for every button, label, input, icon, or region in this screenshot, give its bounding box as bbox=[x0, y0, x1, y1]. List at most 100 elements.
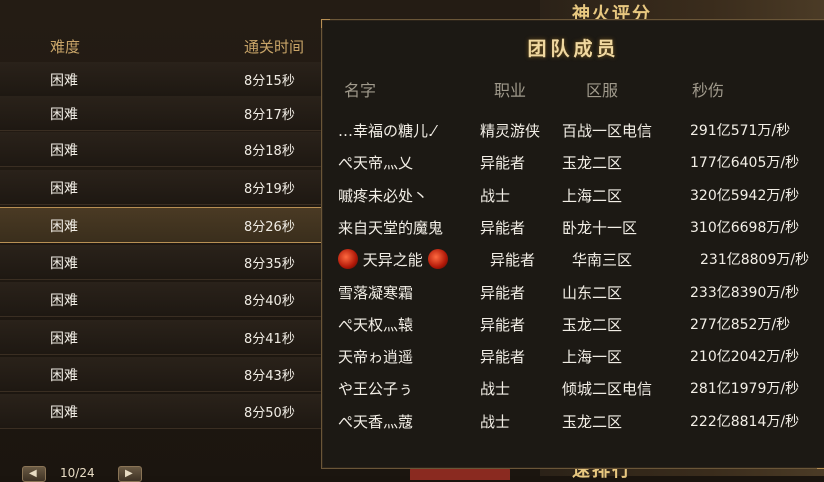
member-server: 百战一区电信 bbox=[562, 122, 653, 140]
chevron-right-icon: ▶ bbox=[125, 468, 133, 479]
member-row: 嘁疼未必处丶 战士 上海二区 320亿5942万/秒 bbox=[322, 185, 824, 217]
member-row: ぺ天香灬蔻 战士 玉龙二区 222亿8814万/秒 bbox=[322, 411, 824, 443]
table-row[interactable]: 困难 8分19秒 bbox=[0, 170, 330, 205]
member-server: 倾城二区电信 bbox=[562, 380, 653, 398]
member-name-with-badges: 天异之能 bbox=[338, 249, 448, 270]
member-row: ぺ天帝灬乂 异能者 玉龙二区 177亿6405万/秒 bbox=[322, 152, 824, 184]
page-indicator: 10/24 bbox=[60, 466, 95, 480]
table-row[interactable]: 困难 8分43秒 bbox=[0, 357, 330, 392]
member-row: …幸福の糖儿.⁄ 精灵游侠 百战一区电信 291亿571万/秒 bbox=[322, 120, 824, 152]
row-difficulty: 困难 bbox=[50, 368, 78, 384]
member-dps: 210亿2042万/秒 bbox=[690, 349, 800, 365]
member-server: 卧龙十一区 bbox=[562, 219, 638, 237]
member-name: 天异之能 bbox=[362, 251, 423, 269]
member-server: 华南三区 bbox=[572, 251, 633, 269]
member-server: 玉龙二区 bbox=[562, 154, 623, 172]
member-row: 雪落凝寒霜 异能者 山东二区 233亿8390万/秒 bbox=[322, 282, 824, 314]
row-time: 8分18秒 bbox=[244, 144, 295, 159]
flame-badge-icon bbox=[427, 249, 448, 269]
corner-ornament bbox=[321, 19, 330, 28]
table-row[interactable]: 困难 8分18秒 bbox=[0, 132, 330, 167]
member-dps: 177亿6405万/秒 bbox=[690, 155, 800, 171]
member-dps: 277亿852万/秒 bbox=[690, 317, 791, 333]
member-dps: 233亿8390万/秒 bbox=[690, 285, 800, 301]
table-row[interactable]: 困难 8分15秒 bbox=[0, 62, 330, 97]
row-time: 8分40秒 bbox=[244, 294, 295, 309]
header-difficulty: 难度 bbox=[50, 38, 81, 56]
flame-badge-icon bbox=[338, 249, 358, 269]
member-name: …幸福の糖儿.⁄ bbox=[338, 122, 436, 140]
member-dps: 320亿5942万/秒 bbox=[690, 188, 800, 204]
member-job: 异能者 bbox=[480, 316, 526, 334]
column-header-name: 名字 bbox=[344, 81, 377, 100]
row-time: 8分26秒 bbox=[244, 220, 295, 235]
member-name: 来自天堂的魔鬼 bbox=[338, 219, 444, 237]
member-job: 异能者 bbox=[480, 154, 526, 172]
row-time: 8分50秒 bbox=[244, 406, 295, 421]
member-job: 精灵游侠 bbox=[480, 122, 541, 140]
member-name: ぺ天帝灬乂 bbox=[338, 154, 414, 172]
popup-title: 团队成员 bbox=[527, 38, 620, 60]
pagination: ◀ 10/24 ▶ bbox=[0, 458, 330, 482]
row-difficulty: 困难 bbox=[50, 181, 78, 197]
member-name: 嘁疼未必处丶 bbox=[338, 187, 429, 205]
member-dps: 222亿8814万/秒 bbox=[690, 414, 800, 430]
table-row[interactable]: 困难 8分41秒 bbox=[0, 320, 330, 355]
member-row: ぺ天权灬辕 异能者 玉龙二区 277亿852万/秒 bbox=[322, 314, 824, 346]
member-row: 天帝ゎ逍遥 异能者 上海一区 210亿2042万/秒 bbox=[322, 346, 824, 378]
member-job: 异能者 bbox=[480, 219, 526, 237]
member-server: 山东二区 bbox=[562, 284, 623, 302]
row-difficulty: 困难 bbox=[50, 293, 78, 309]
table-row[interactable]: 困难 8分40秒 bbox=[0, 282, 330, 317]
row-time: 8分15秒 bbox=[244, 74, 295, 89]
member-job: 战士 bbox=[480, 187, 511, 205]
next-page-button[interactable]: ▶ bbox=[118, 466, 142, 482]
team-members-popup: 团队成员 名字 职业 区服 秒伤 …幸福の糖儿.⁄ 精灵游侠 百战一区电信 29… bbox=[321, 19, 824, 469]
corner-ornament bbox=[817, 460, 824, 469]
header-clear-time: 通关时间 bbox=[244, 38, 305, 56]
member-name: 天帝ゎ逍遥 bbox=[338, 348, 414, 366]
row-time: 8分35秒 bbox=[244, 257, 295, 272]
column-header-server: 区服 bbox=[586, 81, 619, 100]
member-server: 玉龙二区 bbox=[562, 413, 623, 431]
member-name: ぺ天权灬辕 bbox=[338, 316, 414, 334]
row-time: 8分17秒 bbox=[244, 108, 295, 123]
member-server: 上海二区 bbox=[562, 187, 623, 205]
member-dps: 310亿6698万/秒 bbox=[690, 220, 800, 236]
member-dps: 281亿1979万/秒 bbox=[690, 381, 800, 397]
member-job: 战士 bbox=[480, 413, 511, 431]
member-dps: 231亿8809万/秒 bbox=[700, 252, 810, 268]
column-header-dps: 秒伤 bbox=[692, 81, 725, 100]
member-job: 异能者 bbox=[490, 251, 536, 269]
member-job: 战士 bbox=[480, 380, 511, 398]
row-difficulty: 困难 bbox=[50, 219, 78, 235]
table-row-selected[interactable]: 困难 8分26秒 bbox=[0, 207, 330, 243]
row-difficulty: 困难 bbox=[50, 405, 78, 421]
row-difficulty: 困难 bbox=[50, 107, 78, 123]
member-job: 异能者 bbox=[480, 348, 526, 366]
row-difficulty: 困难 bbox=[50, 143, 78, 159]
row-time: 8分41秒 bbox=[244, 332, 295, 347]
list-header: 难度 通关时间 bbox=[0, 28, 330, 60]
table-row[interactable]: 困难 8分17秒 bbox=[0, 96, 330, 131]
column-header-job: 职业 bbox=[494, 81, 527, 100]
member-name: や王公子ぅ bbox=[338, 380, 414, 398]
member-row: 来自天堂的魔鬼 异能者 卧龙十一区 310亿6698万/秒 bbox=[322, 217, 824, 249]
row-difficulty: 困难 bbox=[50, 256, 78, 272]
row-time: 8分43秒 bbox=[244, 369, 295, 384]
member-row: や王公子ぅ 战士 倾城二区电信 281亿1979万/秒 bbox=[322, 378, 824, 410]
member-job: 异能者 bbox=[480, 284, 526, 302]
member-name: 雪落凝寒霜 bbox=[338, 284, 414, 302]
member-server: 玉龙二区 bbox=[562, 316, 623, 334]
member-server: 上海一区 bbox=[562, 348, 623, 366]
member-row: 天异之能 异能者 华南三区 231亿8809万/秒 bbox=[322, 249, 824, 281]
member-dps: 291亿571万/秒 bbox=[690, 123, 791, 139]
row-difficulty: 困难 bbox=[50, 331, 78, 347]
row-time: 8分19秒 bbox=[244, 182, 295, 197]
row-difficulty: 困难 bbox=[50, 73, 78, 89]
table-row[interactable]: 困难 8分35秒 bbox=[0, 245, 330, 280]
member-name: ぺ天香灬蔻 bbox=[338, 413, 414, 431]
prev-page-button[interactable]: ◀ bbox=[22, 466, 46, 482]
table-row[interactable]: 困难 8分50秒 bbox=[0, 394, 330, 429]
chevron-left-icon: ◀ bbox=[29, 468, 37, 479]
